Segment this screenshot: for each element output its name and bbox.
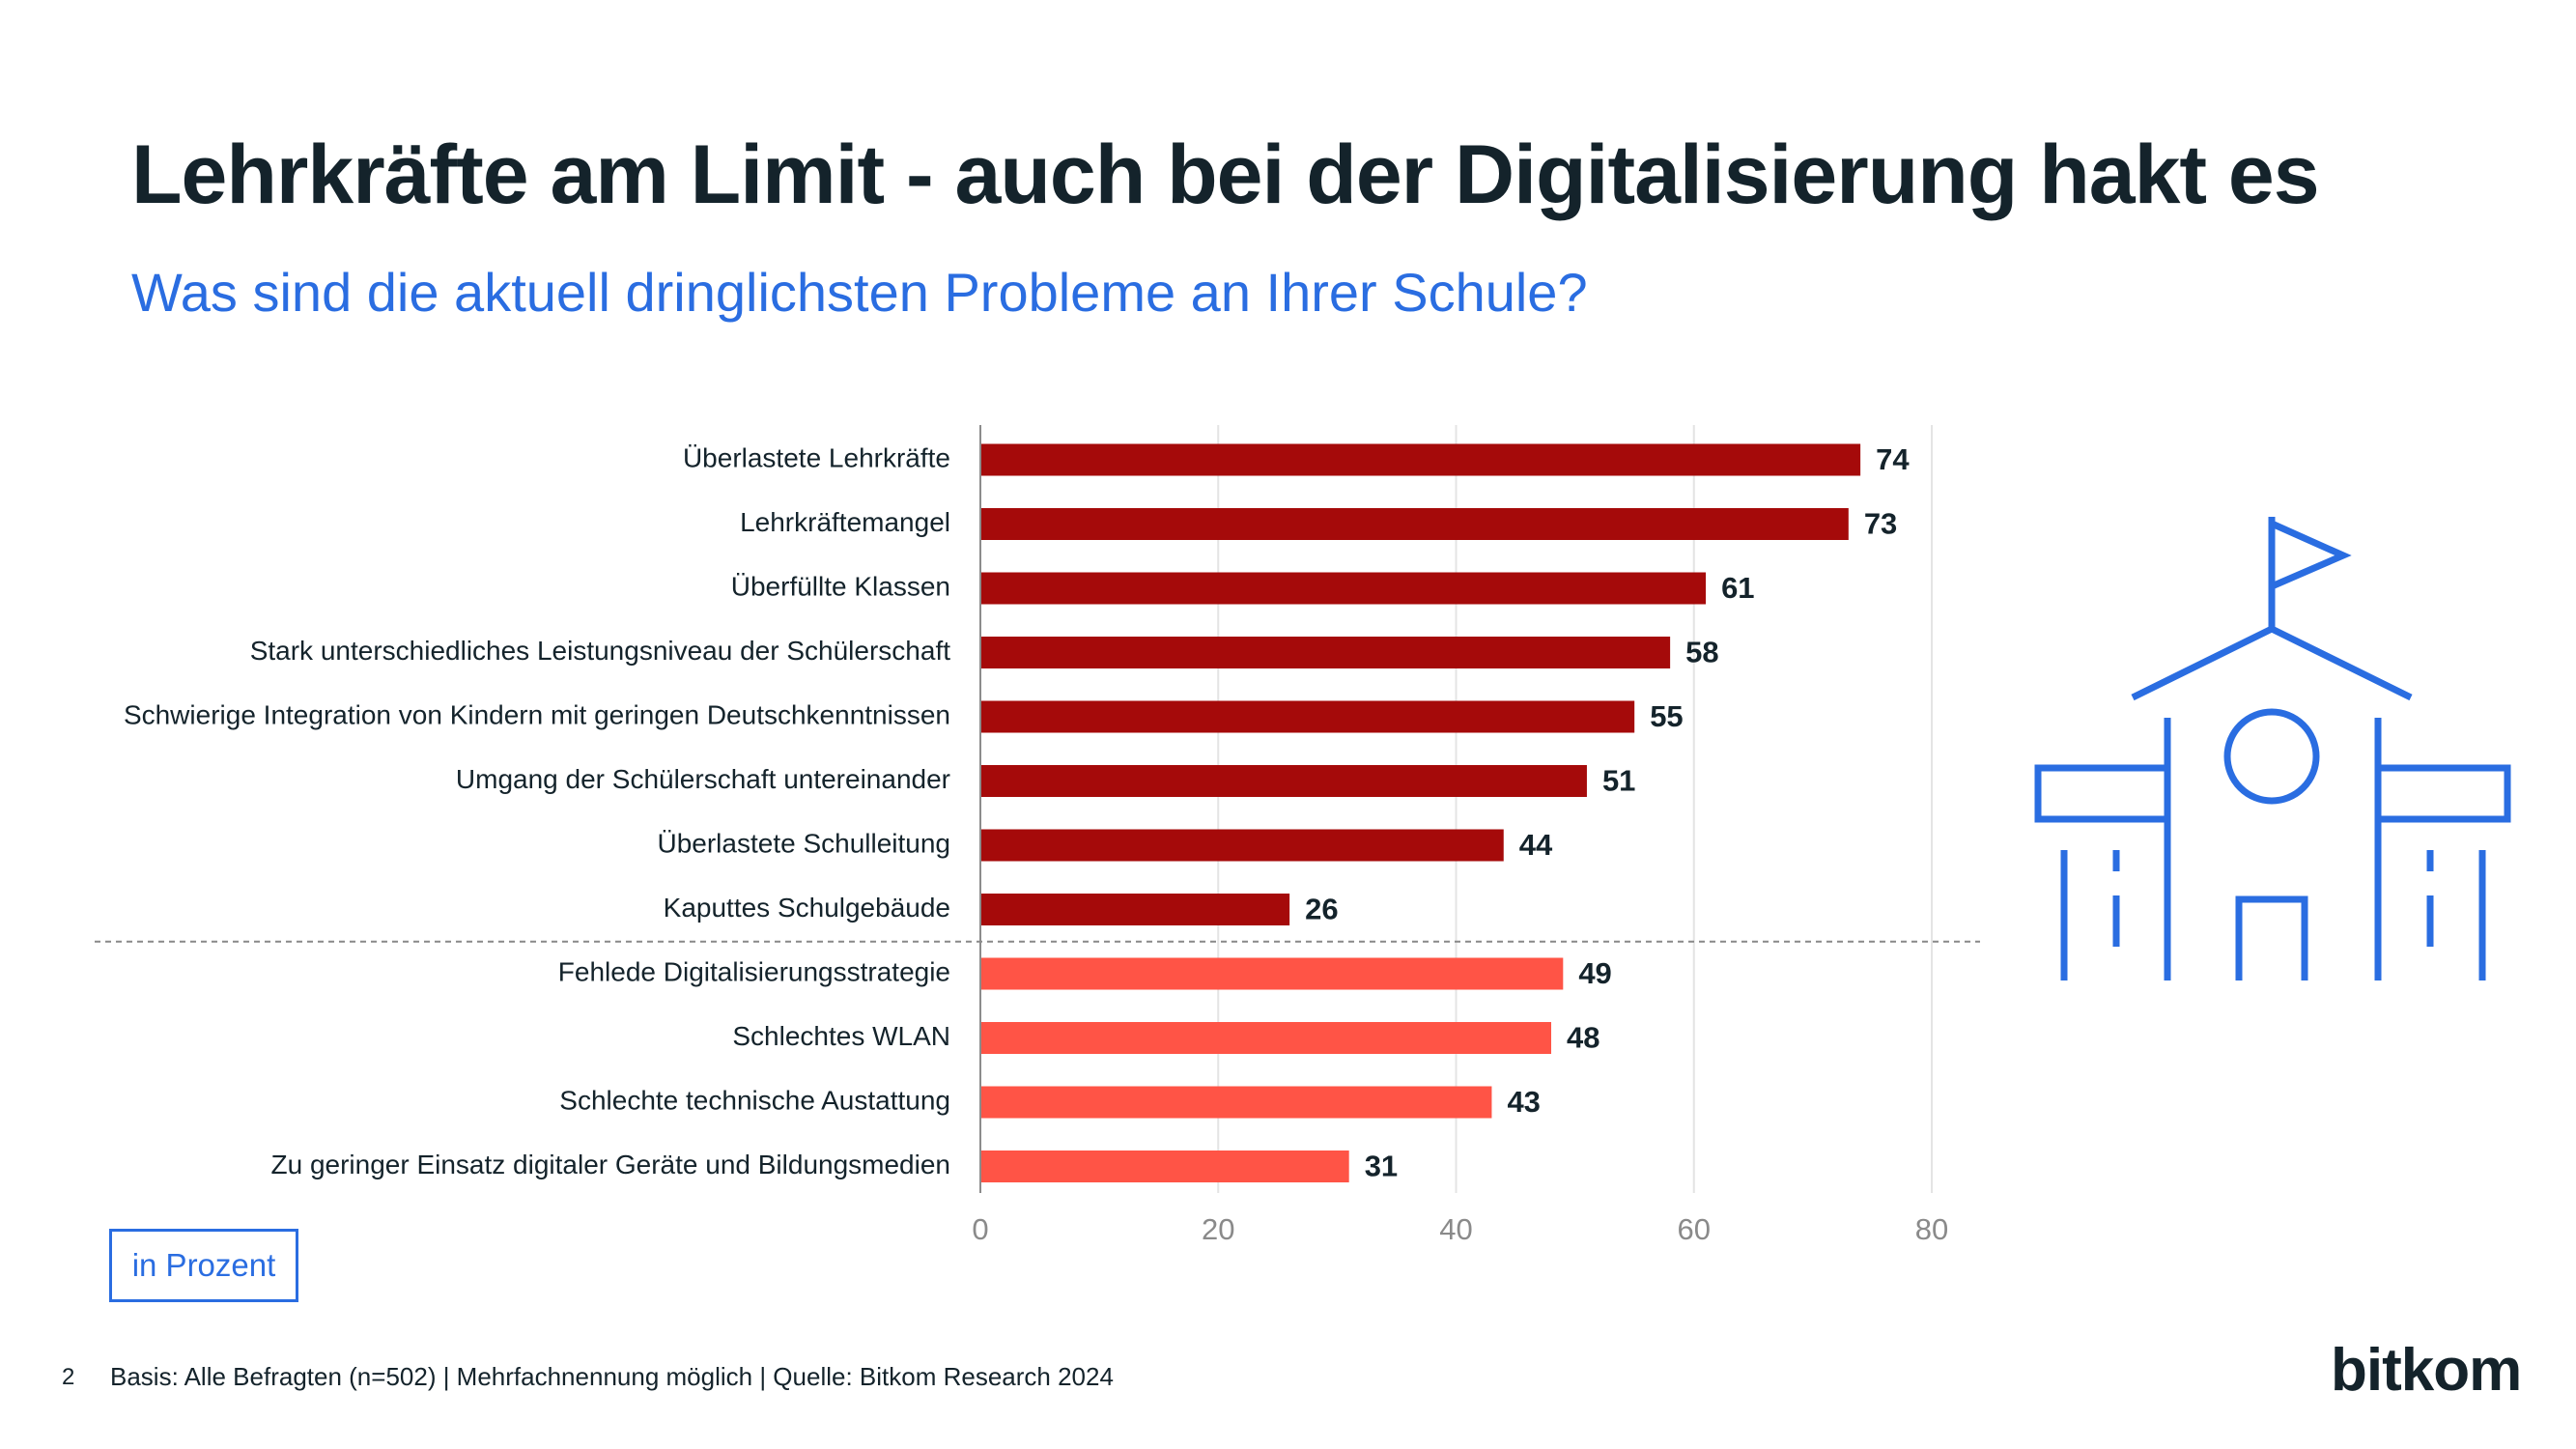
value-label: 31	[1365, 1150, 1398, 1183]
bar	[980, 1151, 1349, 1182]
bar	[980, 508, 1849, 540]
category-label: Überlastete Schulleitung	[657, 828, 950, 858]
bar	[980, 765, 1587, 797]
value-label: 51	[1602, 764, 1635, 798]
category-label: Überfüllte Klassen	[731, 571, 950, 601]
value-label: 49	[1578, 956, 1611, 990]
value-label: 74	[1876, 442, 1910, 476]
value-label: 55	[1650, 699, 1683, 733]
category-label: Schlechtes WLAN	[732, 1021, 950, 1051]
category-label: Kaputtes Schulgebäude	[664, 893, 950, 923]
category-label: Stark unterschiedliches Leistungsniveau …	[250, 636, 951, 666]
value-label: 73	[1864, 507, 1897, 541]
value-label: 58	[1685, 636, 1718, 669]
bar	[980, 637, 1671, 668]
bar	[980, 894, 1290, 925]
bar	[980, 572, 1707, 605]
value-label: 43	[1507, 1085, 1540, 1119]
value-label: 26	[1305, 893, 1338, 926]
page-number: 2	[62, 1364, 75, 1390]
category-label: Überlastete Lehrkräfte	[683, 442, 950, 472]
value-label: 44	[1519, 828, 1553, 862]
x-tick-label: 40	[1439, 1212, 1472, 1246]
x-tick-label: 60	[1678, 1212, 1711, 1246]
bar	[980, 829, 1504, 862]
bar	[980, 700, 1635, 733]
source-note: Basis: Alle Befragten (n=502) | Mehrfach…	[110, 1362, 1114, 1391]
category-label: Lehrkräftemangel	[740, 507, 950, 537]
category-label: Umgang der Schülerschaft untereinander	[456, 764, 950, 794]
x-tick-label: 80	[1915, 1212, 1948, 1246]
category-label: Fehlede Digitalisierungsstrategie	[558, 956, 950, 986]
x-tick-label: 0	[972, 1212, 988, 1246]
category-label: Zu geringer Einsatz digitaler Geräte und…	[270, 1150, 950, 1179]
bitkom-logo: bitkom	[2331, 1337, 2522, 1404]
value-label: 61	[1721, 571, 1754, 605]
bar	[980, 1086, 1492, 1119]
bar	[980, 1022, 1551, 1054]
value-label: 48	[1567, 1021, 1599, 1055]
x-tick-label: 20	[1202, 1212, 1234, 1246]
bar	[980, 957, 1564, 990]
school-building-icon	[2034, 517, 2511, 980]
bar	[980, 443, 1861, 476]
category-label: Schlechte technische Austattung	[559, 1085, 950, 1115]
unit-label-box: in Prozent	[109, 1229, 298, 1302]
category-label: Schwierige Integration von Kindern mit g…	[124, 699, 950, 729]
